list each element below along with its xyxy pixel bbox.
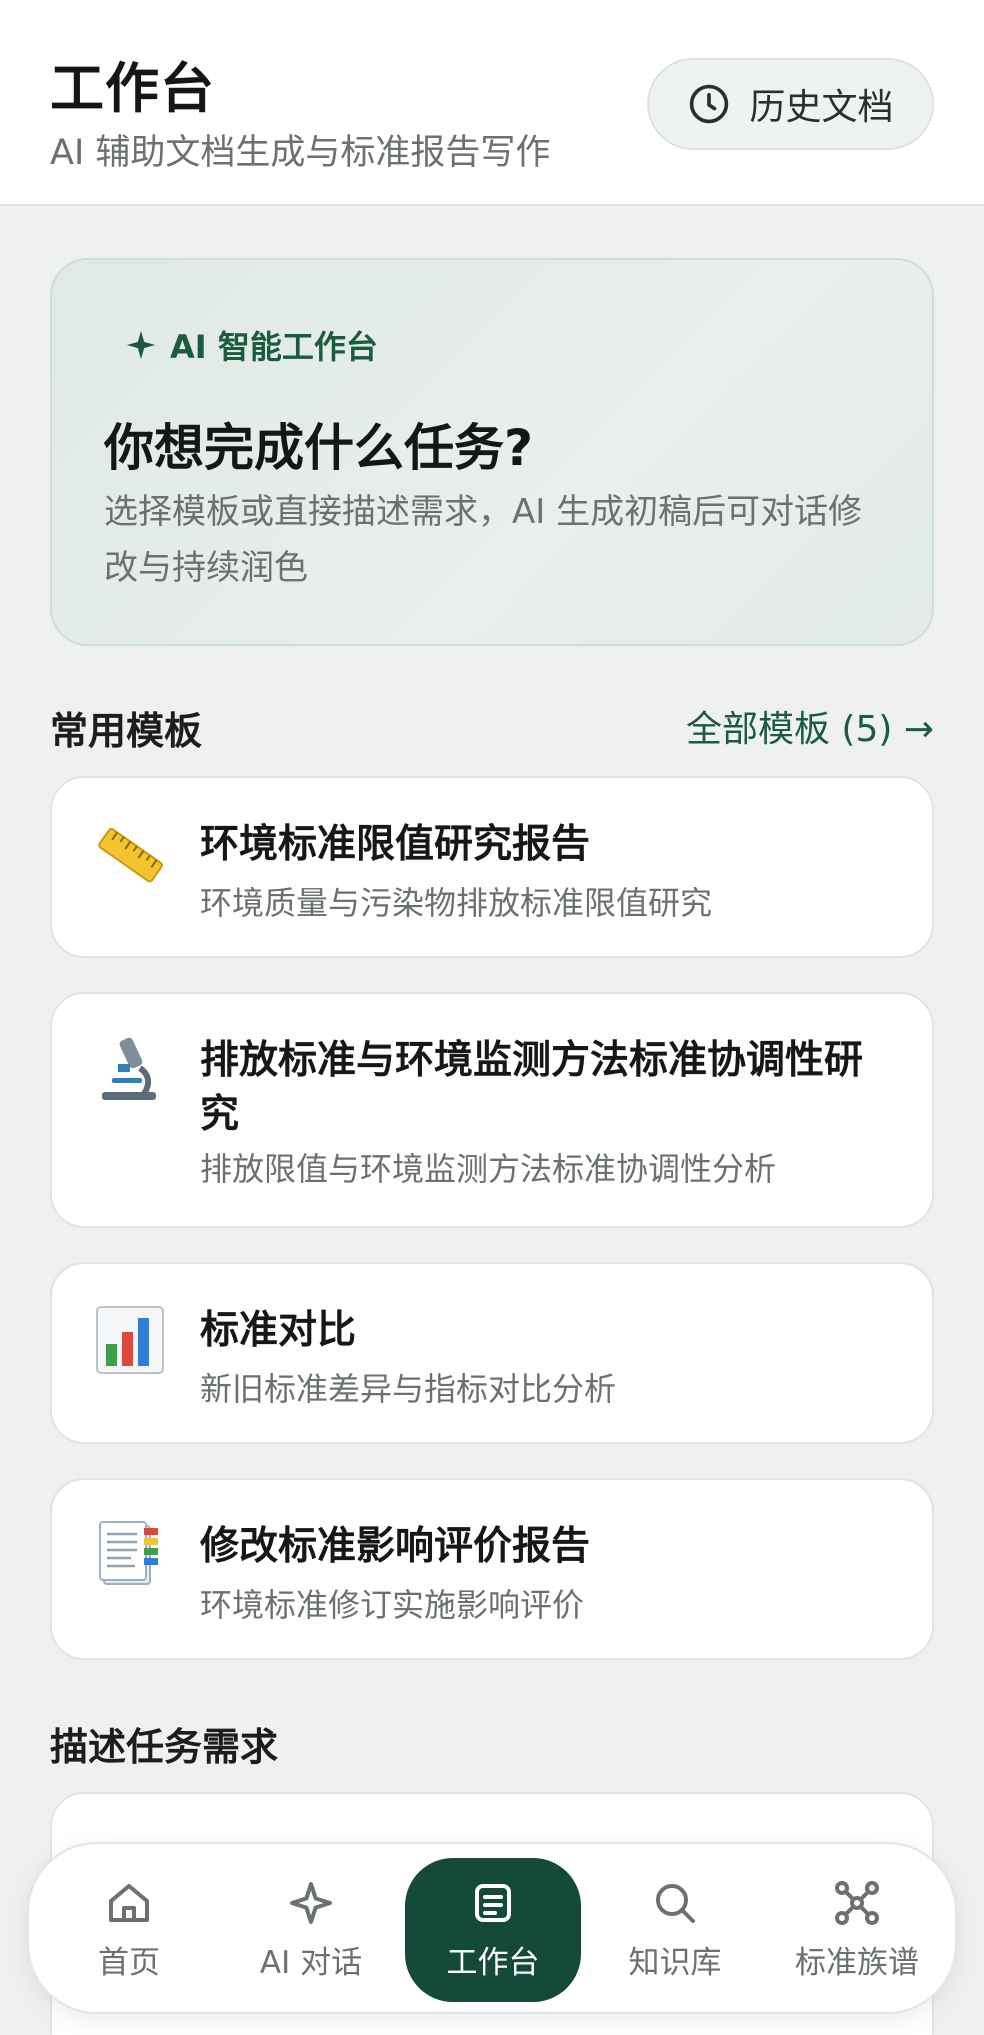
template-title: 修改标准影响评价报告 bbox=[200, 1524, 591, 1569]
clock-icon bbox=[690, 84, 729, 124]
nav-label-knowledge: 知识库 bbox=[628, 1944, 722, 1981]
nav-label-home: 首页 bbox=[98, 1944, 160, 1981]
app-header: 工作台 AI 辅助文档生成与标准报告写作 历史文档 bbox=[0, 0, 984, 206]
nav-item-knowledge[interactable]: 知识库 bbox=[587, 1858, 763, 2002]
microscope-icon bbox=[102, 1037, 156, 1100]
hero-card: AI 智能工作台 你想完成什么任务? 选择模板或直接描述需求，AI 生成初稿后可… bbox=[50, 258, 934, 646]
workbench-page: 工作台 AI 辅助文档生成与标准报告写作 历史文档 AI 智能工作台 你想完成什… bbox=[0, 0, 984, 2035]
ai-badge-label: AI 智能工作台 bbox=[170, 328, 378, 366]
template-title: 排放标准与环境监测方法标准协调性研究 bbox=[200, 1038, 864, 1137]
template-description: 环境标准修订实施影响评价 bbox=[200, 1586, 585, 1624]
hero-description: 选择模板或直接描述需求，AI 生成初稿后可对话修改与持续润色 bbox=[104, 492, 863, 588]
ai-badge: AI 智能工作台 bbox=[124, 322, 378, 368]
sparkle-icon bbox=[126, 330, 156, 360]
nav-item-home[interactable]: 首页 bbox=[41, 1858, 217, 2002]
template-card[interactable]: 修改标准影响评价报告 环境标准修订实施影响评价 bbox=[50, 1478, 934, 1660]
template-description: 新旧标准差异与指标对比分析 bbox=[200, 1370, 617, 1408]
template-description: 环境质量与污染物排放标准限值研究 bbox=[200, 884, 713, 922]
hero-title: 你想完成什么任务? bbox=[104, 419, 534, 477]
all-templates-link[interactable]: 全部模板 (5) → bbox=[686, 700, 934, 752]
template-description: 排放限值与环境监测方法标准协调性分析 bbox=[200, 1150, 777, 1188]
common-templates-title: 常用模板 bbox=[50, 709, 203, 753]
history-documents-label: 历史文档 bbox=[749, 87, 894, 128]
template-card[interactable]: 排放标准与环境监测方法标准协调性研究 排放限值与环境监测方法标准协调性分析 bbox=[50, 992, 934, 1228]
page-title: 工作台 bbox=[50, 57, 215, 120]
document-icon bbox=[99, 1521, 158, 1585]
nav-label-ai-chat: AI 对话 bbox=[259, 1944, 363, 1981]
home-icon bbox=[109, 1883, 149, 1922]
document-icon bbox=[475, 1883, 511, 1922]
nav-item-workbench[interactable]: 工作台 bbox=[405, 1858, 581, 2002]
ruler-icon bbox=[98, 827, 163, 883]
template-card[interactable]: 标准对比 新旧标准差异与指标对比分析 bbox=[50, 1262, 934, 1444]
nav-item-ai-chat[interactable]: AI 对话 bbox=[223, 1858, 399, 2002]
bottom-navigation: 首页 AI 对话 工作台 知识库 标准族谱 bbox=[27, 1842, 957, 2014]
template-card[interactable]: 环境标准限值研究报告 环境质量与污染物排放标准限值研究 bbox=[50, 776, 934, 958]
graph-icon bbox=[835, 1880, 879, 1925]
history-documents-button[interactable]: 历史文档 bbox=[647, 58, 934, 150]
sparkle-icon bbox=[290, 1881, 332, 1924]
template-title: 标准对比 bbox=[200, 1308, 357, 1353]
search-icon bbox=[656, 1883, 695, 1923]
template-title: 环境标准限值研究报告 bbox=[200, 822, 591, 867]
page-subtitle: AI 辅助文档生成与标准报告写作 bbox=[50, 133, 551, 173]
nav-item-standards-tree[interactable]: 标准族谱 bbox=[769, 1858, 945, 2002]
bar-chart-icon bbox=[96, 1306, 164, 1374]
describe-task-title: 描述任务需求 bbox=[50, 1725, 279, 1769]
nav-label-standards-tree: 标准族谱 bbox=[795, 1944, 919, 1981]
nav-label-workbench: 工作台 bbox=[446, 1944, 540, 1981]
